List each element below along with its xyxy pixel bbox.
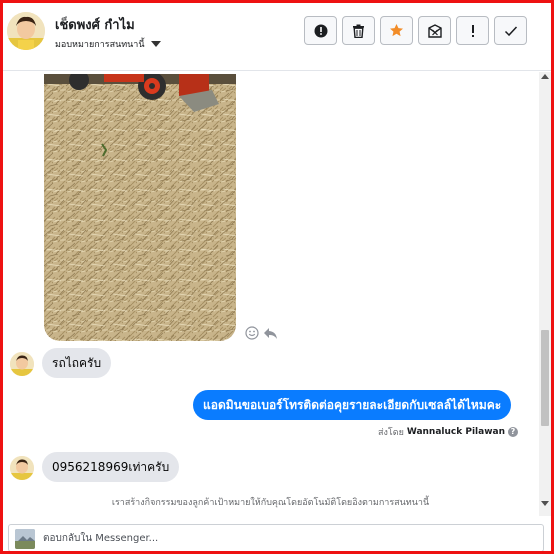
reply-composer (3, 516, 551, 551)
thread-scrollbar[interactable] (539, 72, 551, 516)
reply-icon[interactable] (263, 327, 278, 340)
sent-by-prefix: ส่งโดย (378, 428, 404, 438)
exclamation-icon (471, 24, 474, 37)
scroll-up-arrow-icon[interactable] (541, 74, 549, 79)
trash-icon (353, 24, 364, 38)
contact-avatar-small (10, 352, 34, 376)
envelope-x-icon (427, 23, 442, 38)
sent-by-agent: Wannaluck Pilawan (406, 427, 505, 437)
contact-avatar[interactable] (7, 12, 45, 50)
follow-up-button[interactable] (456, 16, 489, 45)
done-button[interactable] (494, 16, 527, 45)
star-icon (390, 23, 403, 37)
page-avatar (15, 529, 35, 549)
composer-box (8, 524, 544, 551)
chevron-down-icon (150, 41, 161, 47)
conversation-actions (304, 16, 527, 45)
reply-input[interactable] (43, 525, 523, 551)
contact-name[interactable]: เช็ดพงศ์ กำไม (55, 14, 135, 35)
emoji-react-icon[interactable] (245, 326, 259, 340)
sent-by-label: ส่งโดย Wannaluck Pilawan ? (378, 425, 518, 439)
app-window: เช็ดพงศ์ กำไม มอบหมายการสนทนานี้ รถไถครั… (0, 0, 554, 554)
message-thread: รถไถครับ แอดมินขอเบอร์โทรติดต่อคุยรายละเ… (3, 72, 538, 516)
mark-unread-button[interactable] (418, 16, 451, 45)
scrollbar-thumb[interactable] (541, 330, 549, 426)
assign-conversation-dropdown[interactable]: มอบหมายการสนทนานี้ (55, 37, 161, 51)
assign-label: มอบหมายการสนทนานี้ (55, 40, 145, 50)
delete-button[interactable] (342, 16, 375, 45)
automation-notice: เราสร้างกิจกรรมของลูกค้าเป้าหมายให้กับคุ… (111, 498, 430, 508)
scroll-down-arrow-icon[interactable] (541, 501, 549, 506)
conversation-header: เช็ดพงศ์ กำไม มอบหมายการสนทนานี้ (3, 3, 551, 71)
incoming-message[interactable]: รถไถครับ (42, 348, 112, 378)
outgoing-message[interactable]: แอดมินขอเบอร์โทรติดต่อคุยรายละเอียดกับเซ… (193, 390, 512, 420)
shared-photo[interactable] (44, 74, 236, 341)
alert-circle-icon (314, 24, 327, 37)
checkmark-icon (504, 25, 517, 36)
photo-actions (245, 326, 278, 340)
info-icon[interactable]: ? (508, 427, 518, 437)
incoming-message[interactable]: 0956218969เท่าครับ (42, 452, 180, 482)
spam-button[interactable] (304, 16, 337, 45)
star-button[interactable] (380, 16, 413, 45)
contact-avatar-small (10, 456, 34, 480)
